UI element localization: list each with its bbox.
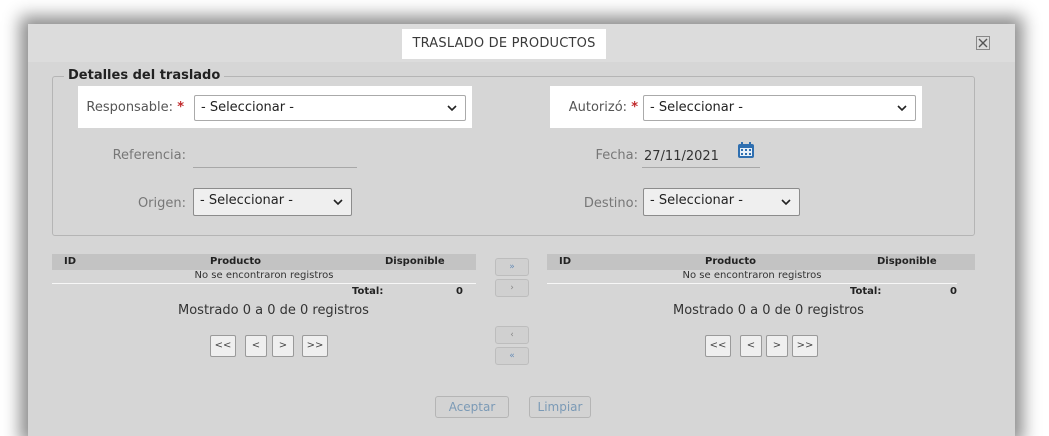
right-grid-divider — [547, 283, 957, 284]
calendar-icon[interactable] — [737, 141, 755, 159]
accept-button[interactable]: Aceptar — [435, 396, 509, 418]
left-pager-first[interactable]: << — [210, 335, 236, 357]
chevron-down-icon — [333, 199, 343, 206]
chevron-down-icon — [781, 199, 791, 206]
responsable-label-text: Responsable: — [86, 100, 174, 115]
column-header-disponible[interactable]: Disponible — [385, 254, 445, 270]
left-grid-divider — [52, 283, 476, 284]
left-grid-empty: No se encontraron registros — [194, 270, 334, 281]
autorizo-select[interactable]: - Seleccionar - — [643, 95, 916, 121]
right-grid-total-value: 0 — [950, 286, 957, 297]
left-pager-last[interactable]: >> — [302, 335, 328, 357]
referencia-input[interactable] — [193, 146, 357, 168]
referencia-label: Referencia: — [112, 148, 186, 163]
destino-select[interactable]: - Seleccionar - — [643, 188, 800, 216]
details-legend: Detalles del traslado — [64, 68, 225, 83]
move-right-button[interactable]: › — [495, 279, 529, 297]
origen-select[interactable]: - Seleccionar - — [193, 188, 352, 216]
move-all-right-button[interactable]: » — [495, 258, 529, 276]
left-pager-next[interactable]: > — [272, 335, 294, 357]
clear-button[interactable]: Limpiar — [529, 396, 591, 418]
column-header-producto[interactable]: Producto — [705, 254, 756, 270]
right-pager-last[interactable]: >> — [792, 335, 818, 357]
move-all-left-button[interactable]: « — [495, 347, 529, 365]
required-mark: * — [631, 100, 638, 115]
dialog-title: TRASLADO DE PRODUCTOS — [402, 29, 606, 59]
origen-value: - Seleccionar - — [200, 193, 293, 208]
column-header-producto[interactable]: Producto — [210, 254, 261, 270]
destino-label: Destino: — [583, 196, 638, 211]
chevron-down-icon — [447, 105, 457, 112]
right-grid-empty: No se encontraron registros — [682, 270, 822, 281]
column-header-disponible[interactable]: Disponible — [877, 254, 937, 270]
required-mark: * — [177, 100, 184, 115]
origen-label: Origen: — [137, 196, 186, 211]
left-grid-header: ID Producto Disponible — [52, 254, 476, 270]
right-pager-prev[interactable]: < — [740, 335, 762, 357]
move-left-button[interactable]: ‹ — [495, 326, 529, 344]
right-pager-next[interactable]: > — [766, 335, 788, 357]
autorizo-value: - Seleccionar - — [650, 100, 743, 115]
right-grid-record-count: Mostrado 0 a 0 de 0 registros — [673, 303, 864, 318]
responsable-value: - Seleccionar - — [201, 100, 294, 115]
destino-value: - Seleccionar - — [650, 193, 743, 208]
column-header-id[interactable]: ID — [64, 254, 76, 270]
left-grid-total-value: 0 — [456, 286, 463, 297]
dialog-header: TRASLADO DE PRODUCTOS — [28, 24, 1015, 62]
right-pager-first[interactable]: << — [705, 335, 731, 357]
fecha-label: Fecha: — [595, 148, 639, 163]
autorizo-label: Autorizó: * — [548, 100, 638, 115]
right-grid-total-label: Total: — [850, 286, 882, 297]
right-grid-header: ID Producto Disponible — [547, 254, 975, 270]
chevron-down-icon — [897, 105, 907, 112]
left-grid-record-count: Mostrado 0 a 0 de 0 registros — [178, 303, 369, 318]
responsable-select[interactable]: - Seleccionar - — [194, 95, 466, 121]
left-pager-prev[interactable]: < — [245, 335, 267, 357]
autorizo-label-text: Autorizó: — [568, 100, 628, 115]
responsable-label: Responsable: * — [84, 100, 184, 115]
left-grid-total-label: Total: — [352, 286, 384, 297]
column-header-id[interactable]: ID — [559, 254, 571, 270]
close-icon[interactable] — [976, 36, 990, 50]
